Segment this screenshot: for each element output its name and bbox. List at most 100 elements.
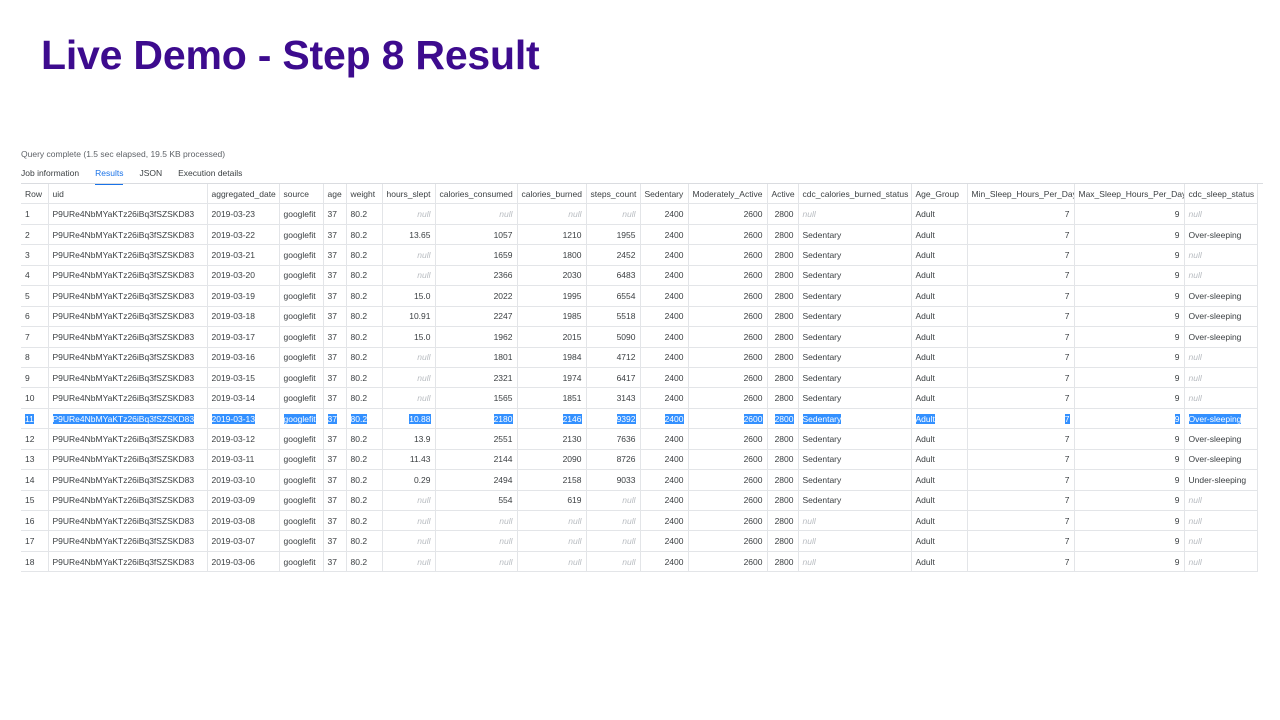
cell-sedentary: 2400: [640, 428, 689, 450]
table-row[interactable]: 17 P9URe4NbMYaKTz26iBq3fSZSKD83 2019-03-07…: [21, 530, 1258, 552]
table-row[interactable]: 9 P9URe4NbMYaKTz26iBq3fSZSKD83 2019-03-15 g…: [21, 367, 1258, 389]
table-row[interactable]: 3 P9URe4NbMYaKTz26iBq3fSZSKD83 2019-03-21 g…: [21, 244, 1258, 266]
cell-age: 37: [323, 306, 347, 328]
column-header-source[interactable]: source: [279, 184, 324, 205]
table-row[interactable]: 10 P9URe4NbMYaKTz26iBq3fSZSKD83 2019-03-14…: [21, 387, 1258, 409]
table-row[interactable]: 13 P9URe4NbMYaKTz26iBq3fSZSKD83 2019-03-11…: [21, 449, 1258, 471]
cell-calories-consumed: 1057: [435, 224, 518, 246]
column-header-steps-count[interactable]: steps_count: [586, 184, 641, 205]
cell-cdc-sleep-status: null: [1184, 510, 1258, 532]
cell-row: 9: [21, 367, 49, 389]
table-row[interactable]: 6 P9URe4NbMYaKTz26iBq3fSZSKD83 2019-03-18 g…: [21, 306, 1258, 328]
cell-sedentary: 2400: [640, 408, 689, 430]
column-header-hours-slept[interactable]: hours_slept: [382, 184, 436, 205]
cell-hours-slept: null: [382, 244, 436, 266]
cell-uid: P9URe4NbMYaKTz26iBq3fSZSKD83: [48, 490, 208, 512]
cell-active: 2800: [767, 203, 799, 225]
cell-row: 3: [21, 244, 49, 266]
table-row[interactable]: 4 P9URe4NbMYaKTz26iBq3fSZSKD83 2019-03-20 g…: [21, 265, 1258, 287]
table-row[interactable]: 12 P9URe4NbMYaKTz26iBq3fSZSKD83 2019-03-12…: [21, 428, 1258, 450]
cell-active: 2800: [767, 510, 799, 532]
cell-sedentary: 2400: [640, 510, 689, 532]
cell-steps-count: 8726: [586, 449, 641, 471]
cell-steps-count: 1955: [586, 224, 641, 246]
column-header-weight[interactable]: weight: [346, 184, 383, 205]
column-header-active[interactable]: Active: [767, 184, 799, 205]
column-header-moderately-active[interactable]: Moderately_Active: [688, 184, 768, 205]
tab-execution-details[interactable]: Execution details: [178, 166, 242, 182]
cell-row: 16: [21, 510, 49, 532]
cell-min-sleep: 7: [967, 244, 1075, 266]
results-table-container[interactable]: Row uid aggregated_date source age weight hour…: [21, 184, 1263, 573]
column-header-uid[interactable]: uid: [48, 184, 208, 205]
cell-min-sleep: 7: [967, 469, 1075, 491]
cell-source: googlefit: [279, 244, 324, 266]
cell-age: 37: [323, 224, 347, 246]
column-header-min-sleep[interactable]: Min_Sleep_Hours_Per_Day: [967, 184, 1075, 205]
cell-aggregated-date: 2019-03-08: [207, 510, 280, 532]
column-header-sedentary[interactable]: Sedentary: [640, 184, 689, 205]
cell-hours-slept: 11.43: [382, 449, 436, 471]
cell-cdc-sleep-status: null: [1184, 490, 1258, 512]
query-status-text: Query complete (1.5 sec elapsed, 19.5 KB…: [21, 149, 226, 159]
column-header-cdc-calories-burned-status[interactable]: cdc_calories_burned_status: [798, 184, 912, 205]
tab-results[interactable]: Results: [95, 166, 124, 185]
cell-active: 2800: [767, 347, 799, 368]
cell-source: googlefit: [279, 551, 324, 573]
cell-max-sleep: 9: [1074, 428, 1185, 450]
cell-uid: P9URe4NbMYaKTz26iBq3fSZSKD83: [48, 285, 208, 307]
cell-age-group: Adult: [911, 408, 968, 430]
table-row[interactable]: 2 P9URe4NbMYaKTz26iBq3fSZSKD83 2019-03-22 g…: [21, 224, 1258, 246]
table-row[interactable]: 7 P9URe4NbMYaKTz26iBq3fSZSKD83 2019-03-17 g…: [21, 326, 1258, 348]
cell-source: googlefit: [279, 347, 324, 368]
cell-min-sleep: 7: [967, 347, 1075, 368]
cell-weight: 80.2: [346, 387, 383, 409]
cell-aggregated-date: 2019-03-12: [207, 428, 280, 450]
cell-row: 10: [21, 387, 49, 409]
tab-job-information[interactable]: Job information: [21, 166, 79, 182]
tab-json[interactable]: JSON: [139, 166, 162, 182]
column-header-calories-consumed[interactable]: calories_consumed: [435, 184, 518, 205]
cell-cdc-sleep-status: Over-sleeping: [1184, 306, 1258, 328]
cell-active: 2800: [767, 428, 799, 450]
cell-hours-slept: 15.0: [382, 326, 436, 348]
cell-cdc-calories-burned-status: Sedentary: [798, 387, 912, 409]
column-header-calories-burned[interactable]: calories_burned: [517, 184, 587, 205]
table-row[interactable]: 16 P9URe4NbMYaKTz26iBq3fSZSKD83 2019-03-08…: [21, 510, 1258, 532]
cell-cdc-sleep-status: null: [1184, 551, 1258, 573]
cell-moderately-active: 2600: [688, 469, 768, 491]
cell-max-sleep: 9: [1074, 408, 1185, 430]
column-header-age-group[interactable]: Age_Group: [911, 184, 968, 205]
cell-row: 1: [21, 203, 49, 225]
cell-age-group: Adult: [911, 490, 968, 512]
table-row[interactable]: 8 P9URe4NbMYaKTz26iBq3fSZSKD83 2019-03-16 g…: [21, 347, 1258, 368]
table-row[interactable]: 11 P9URe4NbMYaKTz26iBq3fSZSKD83 2019-03-13…: [21, 408, 1258, 430]
cell-active: 2800: [767, 469, 799, 491]
column-header-cdc-sleep-status[interactable]: cdc_sleep_status: [1184, 184, 1258, 205]
cell-calories-burned: null: [517, 551, 587, 573]
cell-moderately-active: 2600: [688, 367, 768, 389]
cell-source: googlefit: [279, 306, 324, 328]
column-header-aggregated-date[interactable]: aggregated_date: [207, 184, 280, 205]
table-row[interactable]: 18 P9URe4NbMYaKTz26iBq3fSZSKD83 2019-03-06…: [21, 551, 1258, 573]
cell-aggregated-date: 2019-03-16: [207, 347, 280, 368]
table-row[interactable]: 5 P9URe4NbMYaKTz26iBq3fSZSKD83 2019-03-19 g…: [21, 285, 1258, 307]
cell-hours-slept: 13.9: [382, 428, 436, 450]
cell-cdc-calories-burned-status: Sedentary: [798, 265, 912, 287]
cell-steps-count: 6483: [586, 265, 641, 287]
cell-calories-burned: null: [517, 203, 587, 225]
table-row[interactable]: 15 P9URe4NbMYaKTz26iBq3fSZSKD83 2019-03-09…: [21, 490, 1258, 512]
cell-age: 37: [323, 490, 347, 512]
cell-uid: P9URe4NbMYaKTz26iBq3fSZSKD83: [48, 347, 208, 368]
column-header-max-sleep[interactable]: Max_Sleep_Hours_Per_Day: [1074, 184, 1185, 205]
cell-age-group: Adult: [911, 387, 968, 409]
cell-calories-burned: 2130: [517, 428, 587, 450]
cell-aggregated-date: 2019-03-07: [207, 530, 280, 552]
cell-aggregated-date: 2019-03-20: [207, 265, 280, 287]
column-header-age[interactable]: age: [323, 184, 347, 205]
table-row[interactable]: 14 P9URe4NbMYaKTz26iBq3fSZSKD83 2019-03-10…: [21, 469, 1258, 491]
column-header-row[interactable]: Row: [21, 184, 49, 205]
cell-row: 17: [21, 530, 49, 552]
cell-moderately-active: 2600: [688, 224, 768, 246]
table-row[interactable]: 1 P9URe4NbMYaKTz26iBq3fSZSKD83 2019-03-23 g…: [21, 203, 1258, 225]
